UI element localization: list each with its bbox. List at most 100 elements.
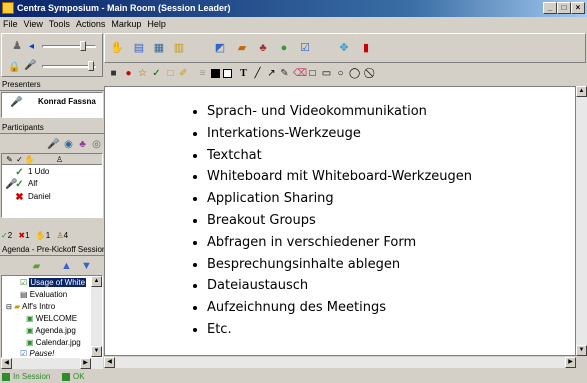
people-count-icon: ♙ (56, 231, 64, 240)
check-icon: ✓ (15, 179, 24, 190)
participant-row[interactable]: ✖ Daniel (2, 192, 102, 204)
color-white-icon[interactable] (223, 69, 232, 78)
participant-row[interactable]: 🎤 ✓ Alf (2, 179, 102, 191)
bullet-item: Application Sharing (207, 188, 472, 210)
breakout-icon[interactable]: ▰ (233, 39, 251, 57)
participant-row[interactable]: ✓ 1 Udo (2, 167, 102, 179)
app-share-icon[interactable]: ◩ (211, 39, 229, 57)
whiteboard-icon[interactable]: ▤ (130, 39, 148, 57)
save-icon[interactable]: ■ (108, 68, 119, 79)
microphone-icon: 🎤 (24, 60, 37, 71)
move-down-icon[interactable]: ▼ (81, 261, 92, 272)
filled-ellipse-tool-icon[interactable]: ◯ (349, 68, 360, 79)
line-width-icon[interactable]: ≡ (197, 68, 208, 79)
agenda-hscrollbar[interactable]: ◀ ▶ (1, 358, 103, 369)
ok-status-icon (62, 373, 70, 381)
hand-raise-icon[interactable]: ✋ (108, 39, 126, 57)
maximize-button[interactable]: □ (557, 2, 571, 14)
microphone-volume-thumb[interactable] (88, 61, 94, 71)
line-tool-icon[interactable]: ╱ (252, 68, 263, 79)
clear-tool-icon[interactable]: ⃠ (366, 68, 377, 79)
whiteboard-hscrollbar[interactable]: ◀ ▶ (104, 357, 576, 368)
menu-actions[interactable]: Actions (73, 17, 109, 31)
participant-group-icon[interactable]: ♣ (77, 139, 88, 150)
agenda-folder-icon[interactable]: ▰ (31, 261, 42, 272)
evaluation-icon[interactable]: ☑ (296, 39, 314, 57)
person-column-icon: ♙ (55, 155, 64, 164)
scroll-up-arrow[interactable]: ▲ (91, 276, 102, 287)
highlighter-icon[interactable]: ✐ (178, 68, 189, 79)
text-tool-icon[interactable]: T (238, 68, 249, 79)
scroll-down-arrow[interactable]: ▼ (91, 346, 102, 357)
presenter-name[interactable]: Konrad Fassna (38, 97, 96, 106)
minimize-button[interactable]: _ (543, 2, 557, 14)
record-icon[interactable]: ▮ (357, 39, 375, 57)
menu-view[interactable]: View (21, 17, 46, 31)
window-title: Centra Symposium - Main Room (Session Le… (17, 3, 231, 13)
scroll-right-arrow[interactable]: ▶ (80, 358, 91, 369)
agenda-item[interactable]: ▣ Calendar.jpg (26, 338, 81, 348)
ellipse-tool-icon[interactable]: ○ (335, 68, 346, 79)
agenda-item[interactable]: ⊟ ▰ Alf's Intro (6, 302, 55, 313)
agenda-item[interactable]: ▤ Evaluation (20, 290, 67, 300)
agenda-item[interactable]: ▣ WELCOME (26, 314, 77, 324)
close-button[interactable]: × (571, 2, 585, 14)
wb-scroll-left-arrow[interactable]: ◀ (104, 357, 115, 368)
arrow-tool-icon[interactable]: ↗ (266, 68, 277, 79)
whiteboard-canvas[interactable]: Sprach- und Videokommunikation Interkati… (104, 86, 576, 356)
agenda-item-label: Calendar.jpg (35, 338, 81, 347)
move-up-icon[interactable]: ▲ (61, 261, 72, 272)
presenters-list: 🎤 Konrad Fassna (1, 92, 103, 118)
audio-controls: ♟ ◂ 🔒 🎤 (1, 33, 103, 77)
agenda-item[interactable]: ☑ Usage of White (20, 278, 87, 288)
eraser-icon[interactable]: ⌫ (293, 68, 307, 79)
participants-label: Participants (0, 122, 104, 134)
scroll-left-arrow[interactable]: ◀ (1, 358, 12, 369)
check-mark-icon[interactable]: ✓ (151, 68, 162, 79)
bullet-item: Sprach- und Videokommunikation (207, 101, 472, 123)
wb-scroll-right-arrow[interactable]: ▶ (565, 357, 576, 368)
bullet-item: Besprechungsinhalte ablegen (207, 254, 472, 276)
menu-file[interactable]: File (0, 17, 21, 31)
bullet-item: Whiteboard mit Whiteboard-Werkzeugen (207, 166, 472, 188)
speaker-volume-thumb[interactable] (80, 41, 86, 51)
title-bar[interactable]: Centra Symposium - Main Room (Session Le… (0, 0, 587, 17)
speaker-volume-slider[interactable] (42, 45, 96, 48)
whiteboard-vscrollbar[interactable]: ▲ ▼ (576, 86, 587, 356)
people-count: 4 (63, 231, 69, 240)
agenda-item[interactable]: ▣ Agenda.jpg (26, 326, 76, 336)
filled-rectangle-tool-icon[interactable]: ▭ (321, 68, 332, 79)
app-icon (2, 2, 14, 14)
agenda-item-label: Usage of White (29, 278, 87, 287)
color-black-icon[interactable] (211, 69, 220, 78)
bullet-item: Etc. (207, 319, 472, 341)
evaluation-item-icon: ▤ (20, 290, 28, 299)
book-icon[interactable]: ▥ (170, 39, 188, 57)
wb-scroll-up-arrow[interactable]: ▲ (576, 86, 587, 97)
menu-markup[interactable]: Markup (108, 17, 144, 31)
rectangle-tool-icon[interactable]: □ (307, 68, 318, 79)
survey-icon[interactable]: ▦ (150, 39, 168, 57)
hand-count: 1 (45, 231, 51, 240)
navigate-icon[interactable]: ✥ (335, 39, 353, 57)
expand-icon[interactable]: ⊟ (6, 304, 12, 311)
speaker-icon: ♟ (12, 40, 22, 52)
highlight-box-icon[interactable]: □ (165, 68, 176, 79)
menu-tools[interactable]: Tools (46, 17, 73, 31)
pointer-dot-icon[interactable]: ● (123, 68, 134, 79)
agenda-item-label: Pause! (29, 349, 55, 358)
participants-header: ✎ ✓ ✋ ♙ (2, 154, 102, 165)
wb-scroll-down-arrow[interactable]: ▼ (576, 345, 587, 356)
star-icon[interactable]: ☆ (137, 68, 148, 79)
give-mic-icon[interactable]: 🎤 (47, 139, 59, 150)
session-status-icon (2, 373, 10, 381)
agenda-item[interactable]: ☑ Pause! (20, 349, 55, 358)
web-icon[interactable]: ● (275, 39, 293, 57)
pen-tool-icon[interactable]: ✎ (279, 68, 290, 79)
participant-settings-icon[interactable]: ◎ (91, 139, 102, 150)
participant-tool-icon[interactable]: ◉ (63, 139, 74, 150)
menu-help[interactable]: Help (144, 17, 169, 31)
participant-name: Alf (28, 179, 38, 188)
people-icon[interactable]: ♣ (254, 39, 272, 57)
agenda-scrollbar[interactable]: ▲ ▼ (91, 276, 102, 357)
